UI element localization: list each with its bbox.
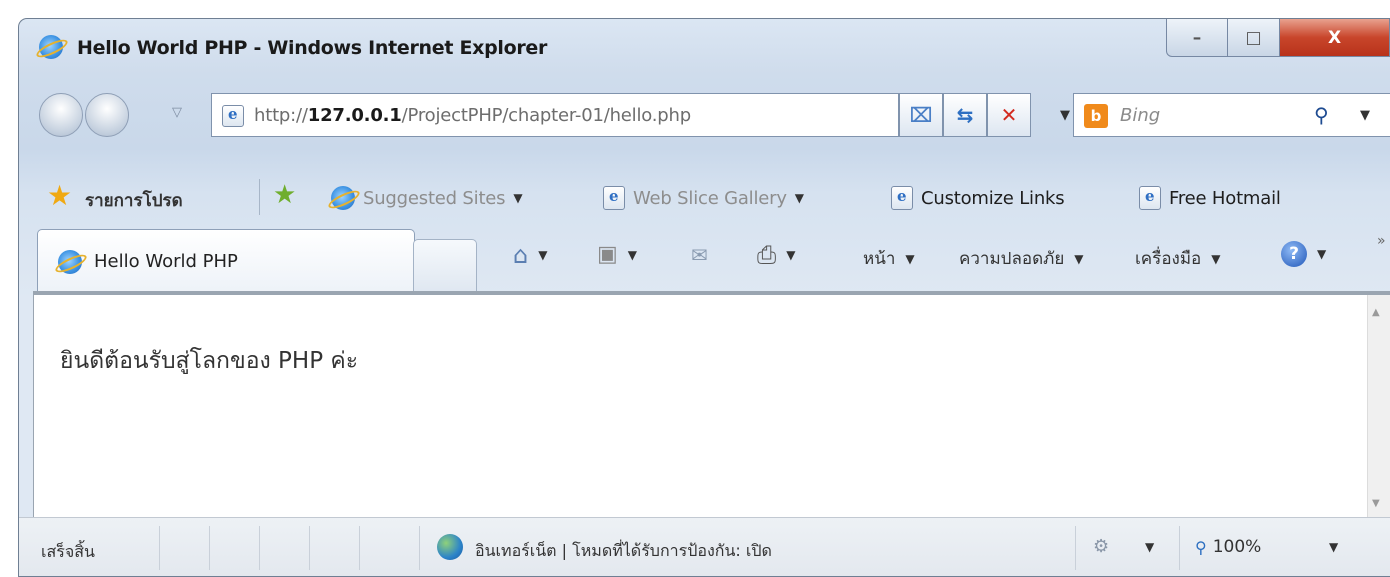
chevron-down-icon: ▼: [1074, 251, 1084, 266]
safety-menu[interactable]: ความปลอดภัย ▼: [959, 245, 1084, 272]
status-divider: [259, 526, 260, 570]
scroll-down-icon[interactable]: ▼: [1372, 498, 1380, 509]
bing-logo-icon: b: [1084, 104, 1108, 128]
zoom-control[interactable]: ⚲ 100%: [1195, 537, 1261, 557]
tab-hello-world-php[interactable]: Hello World PHP: [37, 229, 415, 293]
tools-menu[interactable]: เครื่องมือ ▼: [1135, 245, 1220, 272]
search-input[interactable]: Bing: [1120, 105, 1160, 126]
home-button[interactable]: ⌂ ▼: [513, 241, 547, 269]
page-content: ยินดีต้อนรับสู่โลกของ PHP ค่ะ ▲ ▼: [33, 291, 1390, 517]
status-divider: [159, 526, 160, 570]
globe-icon: [437, 534, 463, 560]
chevron-down-icon: ▼: [538, 248, 548, 262]
address-dropdown-icon[interactable]: ▼: [1060, 108, 1070, 123]
divider: [259, 179, 260, 215]
window-title: Hello World PHP - Windows Internet Explo…: [77, 37, 548, 59]
zoom-level: 100%: [1212, 537, 1262, 557]
chevron-down-icon[interactable]: ▼: [1145, 540, 1154, 554]
chevron-down-icon: ▼: [627, 247, 638, 262]
close-button[interactable]: X: [1280, 19, 1390, 57]
forward-button[interactable]: [85, 93, 129, 137]
add-favorite-icon[interactable]: ★: [273, 182, 296, 208]
favorites-button[interactable]: รายการโปรด: [85, 187, 183, 214]
status-divider: [209, 526, 210, 570]
help-icon: ?: [1281, 241, 1307, 267]
star-icon[interactable]: ★: [47, 182, 72, 210]
browser-window: Hello World PHP - Windows Internet Explo…: [18, 18, 1390, 577]
chevron-down-icon: ▼: [794, 191, 804, 205]
page-icon: [603, 186, 625, 210]
chevron-down-icon: ▼: [513, 191, 523, 205]
search-box[interactable]: b Bing ⚲ ▼: [1073, 93, 1390, 137]
scroll-up-icon[interactable]: ▲: [1372, 307, 1380, 318]
protected-mode-icon[interactable]: ⚙: [1093, 536, 1109, 557]
feeds-icon: ▣: [597, 242, 618, 267]
home-icon: ⌂: [513, 241, 529, 269]
safety-menu-label: ความปลอดภัย: [959, 249, 1065, 269]
favorites-item-label: Web Slice Gallery: [633, 187, 787, 209]
title-bar: Hello World PHP - Windows Internet Explo…: [19, 19, 1390, 79]
chevron-down-icon[interactable]: ▼: [1329, 540, 1338, 554]
status-text: เสร็จสิ้น: [41, 542, 95, 561]
chevron-down-icon: ▼: [1317, 247, 1327, 261]
zoom-icon: ⚲: [1195, 537, 1207, 557]
page-icon: [1139, 186, 1161, 210]
mail-button[interactable]: ✉: [691, 243, 708, 267]
stop-icon[interactable]: ✕: [987, 93, 1031, 137]
status-divider: [309, 526, 310, 570]
search-dropdown-icon[interactable]: ▼: [1360, 108, 1370, 123]
recent-pages-dropdown[interactable]: ▽: [172, 105, 182, 120]
favorites-item-label: Suggested Sites: [363, 187, 506, 209]
feeds-button[interactable]: ▣ ▼: [597, 242, 637, 267]
ie-icon: [39, 35, 63, 59]
tools-menu-label: เครื่องมือ: [1135, 249, 1202, 269]
maximize-button[interactable]: □: [1228, 19, 1280, 57]
favorites-item-label: Customize Links: [921, 187, 1065, 209]
new-tab-button[interactable]: [413, 239, 477, 293]
status-bar: เสร็จสิ้น อินเทอร์เน็ต | โหมดที่ได้รับกา…: [19, 517, 1390, 576]
status-divider: [1179, 526, 1180, 570]
page-icon: [891, 186, 913, 210]
favorites-item-web-slice-gallery[interactable]: Web Slice Gallery ▼: [603, 186, 804, 210]
address-bar[interactable]: http://127.0.0.1/ProjectPHP/chapter-01/h…: [211, 93, 1070, 137]
page-text: ยินดีต้อนรับสู่โลกของ PHP ค่ะ: [60, 348, 359, 374]
navigation-bar: ▽ http://127.0.0.1/ProjectPHP/chapter-01…: [19, 87, 1390, 143]
address-url[interactable]: http://127.0.0.1/ProjectPHP/chapter-01/h…: [254, 105, 691, 126]
search-icon[interactable]: ⚲: [1314, 103, 1329, 127]
chevron-down-icon: ▼: [1211, 251, 1221, 266]
tab-bar: Hello World PHP ⌂ ▼ ▣ ▼ ✉ ⎙ ▼ หน้า ▼ ควา…: [19, 225, 1390, 293]
mail-icon: ✉: [691, 243, 708, 267]
print-icon: ⎙: [757, 241, 777, 269]
help-menu[interactable]: ? ▼: [1281, 241, 1326, 267]
toolbar-overflow-icon[interactable]: »: [1377, 233, 1386, 249]
page-icon: [222, 105, 244, 127]
favorites-item-free-hotmail[interactable]: Free Hotmail: [1139, 186, 1281, 210]
chevron-down-icon: ▼: [905, 251, 915, 266]
print-button[interactable]: ⎙ ▼: [757, 241, 795, 269]
favorites-item-suggested-sites[interactable]: Suggested Sites ▼: [331, 186, 523, 210]
window-controls: – □ X: [1166, 19, 1390, 59]
tab-label: Hello World PHP: [94, 251, 238, 272]
page-menu[interactable]: หน้า ▼: [863, 245, 915, 272]
back-button[interactable]: [39, 93, 83, 137]
minimize-button[interactable]: –: [1166, 19, 1228, 57]
vertical-scrollbar[interactable]: ▲ ▼: [1367, 295, 1390, 517]
favorites-item-customize-links[interactable]: Customize Links: [891, 186, 1065, 210]
refresh-icon[interactable]: ⇆: [943, 93, 987, 137]
status-divider: [359, 526, 360, 570]
favorites-bar: ★ รายการโปรด ★ Suggested Sites ▼ Web Sli…: [19, 169, 1390, 225]
page-menu-label: หน้า: [863, 249, 896, 269]
chevron-down-icon: ▼: [786, 248, 796, 262]
ie-icon: [58, 250, 82, 274]
compat-view-icon[interactable]: ⌧: [899, 93, 943, 137]
ie-icon: [331, 186, 355, 210]
favorites-item-label: Free Hotmail: [1169, 187, 1281, 209]
security-zone[interactable]: อินเทอร์เน็ต | โหมดที่ได้รับการป้องกัน: …: [475, 539, 772, 564]
status-divider: [419, 526, 420, 570]
status-divider: [1075, 526, 1076, 570]
